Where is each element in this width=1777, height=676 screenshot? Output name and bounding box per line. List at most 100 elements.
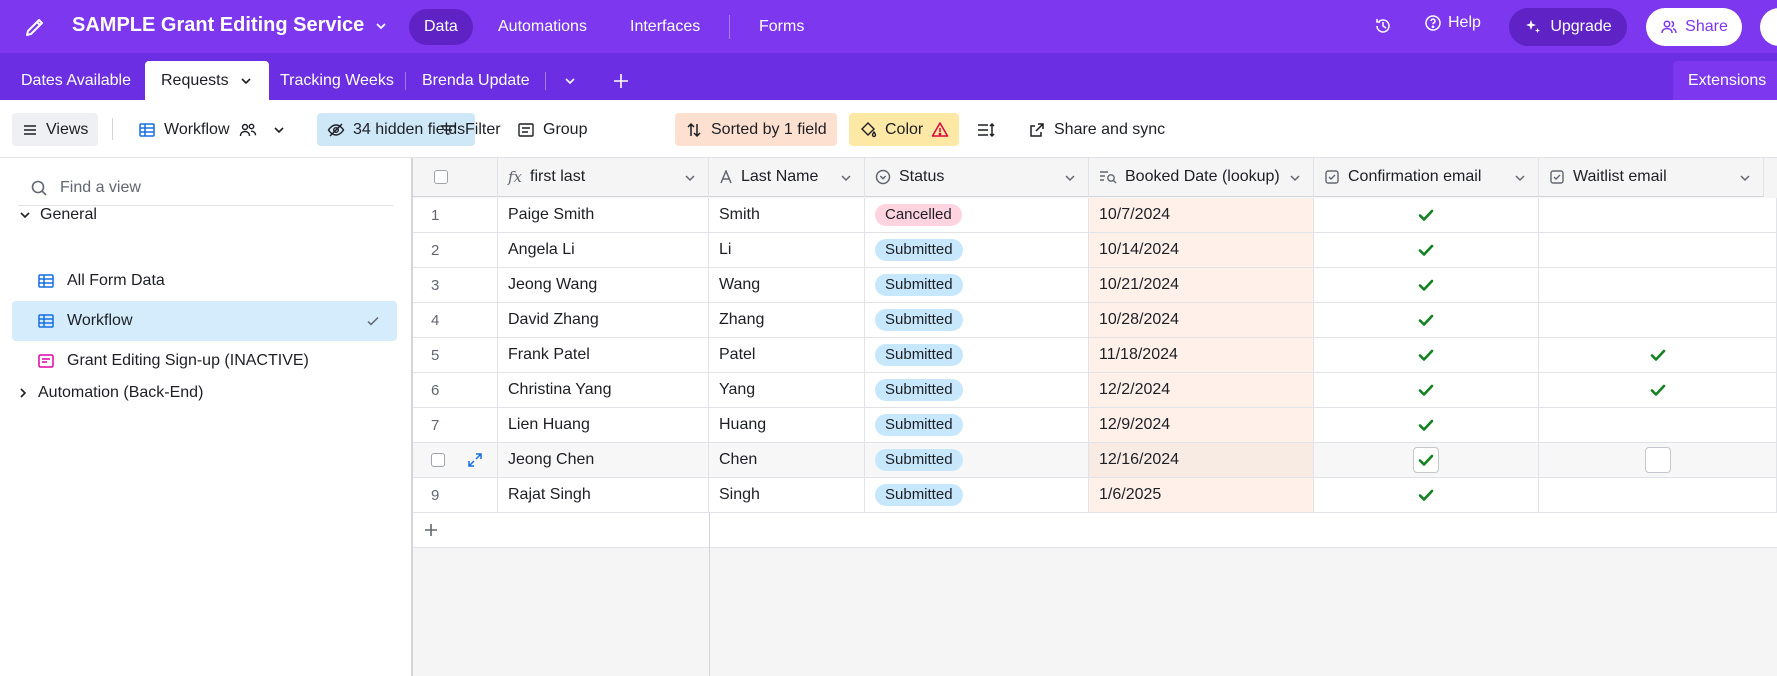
column-header-waitlist-email[interactable]: Waitlist email [1539,158,1764,197]
cell-last-name[interactable]: Huang [709,408,865,443]
column-header-confirmation-email[interactable]: Confirmation email [1314,158,1539,197]
row-number[interactable]: 3 [412,268,498,303]
cell-confirmation-email[interactable] [1314,408,1539,443]
cell-first-last[interactable]: Jeong Chen [498,443,709,478]
cell-status[interactable]: Submitted [865,443,1089,478]
nav-automations[interactable]: Automations [483,9,602,45]
cell-waitlist-email[interactable] [1539,478,1777,513]
cell-status[interactable]: Cancelled [865,198,1089,233]
share-sync-button[interactable]: Share and sync [1018,113,1175,146]
add-table-plus-icon[interactable] [612,61,630,100]
cell-last-name[interactable]: Li [709,233,865,268]
share-button[interactable]: Share [1646,8,1742,46]
sidebar-item-workflow[interactable]: Workflow [12,301,397,341]
column-header-first-last[interactable]: fx first last [498,158,709,197]
cell-confirmation-email[interactable] [1314,478,1539,513]
cell-booked-date[interactable]: 12/9/2024 [1089,408,1314,443]
tab-requests[interactable]: Requests [145,61,269,100]
cell-confirmation-email[interactable] [1314,303,1539,338]
row-number[interactable]: 4 [412,303,498,338]
row-number[interactable]: 9 [412,478,498,513]
cell-waitlist-email[interactable] [1539,443,1777,478]
help-button[interactable]: Help [1424,14,1481,32]
cell-confirmation-email[interactable] [1314,373,1539,408]
view-switcher[interactable]: Workflow [128,113,296,146]
column-header-last-name[interactable]: Last Name [709,158,865,197]
find-view-input[interactable]: Find a view [18,171,393,206]
cell-booked-date[interactable]: 11/18/2024 [1089,338,1314,373]
cell-status[interactable]: Submitted [865,373,1089,408]
sidebar-item-all-form-data[interactable]: All Form Data [12,261,397,301]
cell-booked-date[interactable]: 1/6/2025 [1089,478,1314,513]
row-number[interactable]: 2 [412,233,498,268]
cell-booked-date[interactable]: 12/2/2024 [1089,373,1314,408]
row-number[interactable]: 7 [412,408,498,443]
cell-first-last[interactable]: David Zhang [498,303,709,338]
cell-last-name[interactable]: Zhang [709,303,865,338]
cell-status[interactable]: Submitted [865,478,1089,513]
section-automation-back-end[interactable]: Automation (Back-End) [16,384,203,402]
row-number[interactable]: 1 [412,198,498,233]
add-record-row[interactable] [412,513,1777,676]
cell-waitlist-email[interactable] [1539,408,1777,443]
cell-booked-date[interactable]: 10/21/2024 [1089,268,1314,303]
column-header-booked-date[interactable]: Booked Date (lookup) [1089,158,1314,197]
sort-button[interactable]: Sorted by 1 field [675,113,837,146]
cell-first-last[interactable]: Frank Patel [498,338,709,373]
cell-last-name[interactable]: Smith [709,198,865,233]
color-button[interactable]: Color [849,113,960,146]
upgrade-button[interactable]: Upgrade [1509,8,1627,46]
sidebar-item-grant-editing-signup[interactable]: Grant Editing Sign-up (INACTIVE) [12,341,397,381]
cell-waitlist-email[interactable] [1539,373,1777,408]
nav-forms[interactable]: Forms [744,9,819,45]
cell-booked-date[interactable]: 10/28/2024 [1089,303,1314,338]
cell-last-name[interactable]: Singh [709,478,865,513]
cell-confirmation-email[interactable] [1314,233,1539,268]
cell-first-last[interactable]: Lien Huang [498,408,709,443]
cell-waitlist-email[interactable] [1539,338,1777,373]
cell-status[interactable]: Submitted [865,303,1089,338]
cell-status[interactable]: Submitted [865,338,1089,373]
chevron-down-icon[interactable] [1064,172,1076,184]
notifications-button[interactable] [1760,8,1777,46]
pencil-icon[interactable] [20,12,50,42]
cell-waitlist-email[interactable] [1539,198,1777,233]
extensions-button[interactable]: Extensions [1673,61,1777,100]
cell-last-name[interactable]: Wang [709,268,865,303]
more-tables-chevron-icon[interactable] [563,61,577,100]
select-all-checkbox[interactable] [434,170,448,184]
tab-dates-available[interactable]: Dates Available [21,61,131,100]
chevron-down-icon[interactable] [1739,172,1751,184]
chevron-down-icon[interactable] [840,172,852,184]
filter-button[interactable]: Filter [429,113,511,146]
cell-first-last[interactable]: Jeong Wang [498,268,709,303]
row-height-icon[interactable] [966,113,1006,146]
cell-last-name[interactable]: Yang [709,373,865,408]
cell-first-last[interactable]: Paige Smith [498,198,709,233]
cell-last-name[interactable]: Patel [709,338,865,373]
chevron-down-icon[interactable] [684,172,696,184]
cell-status[interactable]: Submitted [865,268,1089,303]
base-title[interactable]: SAMPLE Grant Editing Service [72,14,388,37]
cell-waitlist-email[interactable] [1539,233,1777,268]
chevron-down-icon[interactable] [1289,172,1301,184]
cell-confirmation-email[interactable] [1314,268,1539,303]
history-icon[interactable] [1372,15,1394,37]
cell-last-name[interactable]: Chen [709,443,865,478]
cell-confirmation-email[interactable] [1314,443,1539,478]
plus-icon[interactable] [423,522,439,538]
cell-first-last[interactable]: Angela Li [498,233,709,268]
row-number[interactable]: 5 [412,338,498,373]
row-number[interactable] [412,443,498,478]
cell-booked-date[interactable]: 10/7/2024 [1089,198,1314,233]
tab-tracking-weeks[interactable]: Tracking Weeks [280,61,394,100]
checkbox[interactable] [1413,447,1439,473]
checkbox[interactable] [1644,447,1671,473]
cell-confirmation-email[interactable] [1314,338,1539,373]
column-header-status[interactable]: Status [865,158,1089,197]
nav-interfaces[interactable]: Interfaces [615,9,715,45]
tab-brenda-update[interactable]: Brenda Update [422,61,530,100]
expand-record-icon[interactable] [467,452,483,468]
nav-data[interactable]: Data [409,9,473,45]
select-all-header[interactable] [412,158,498,197]
